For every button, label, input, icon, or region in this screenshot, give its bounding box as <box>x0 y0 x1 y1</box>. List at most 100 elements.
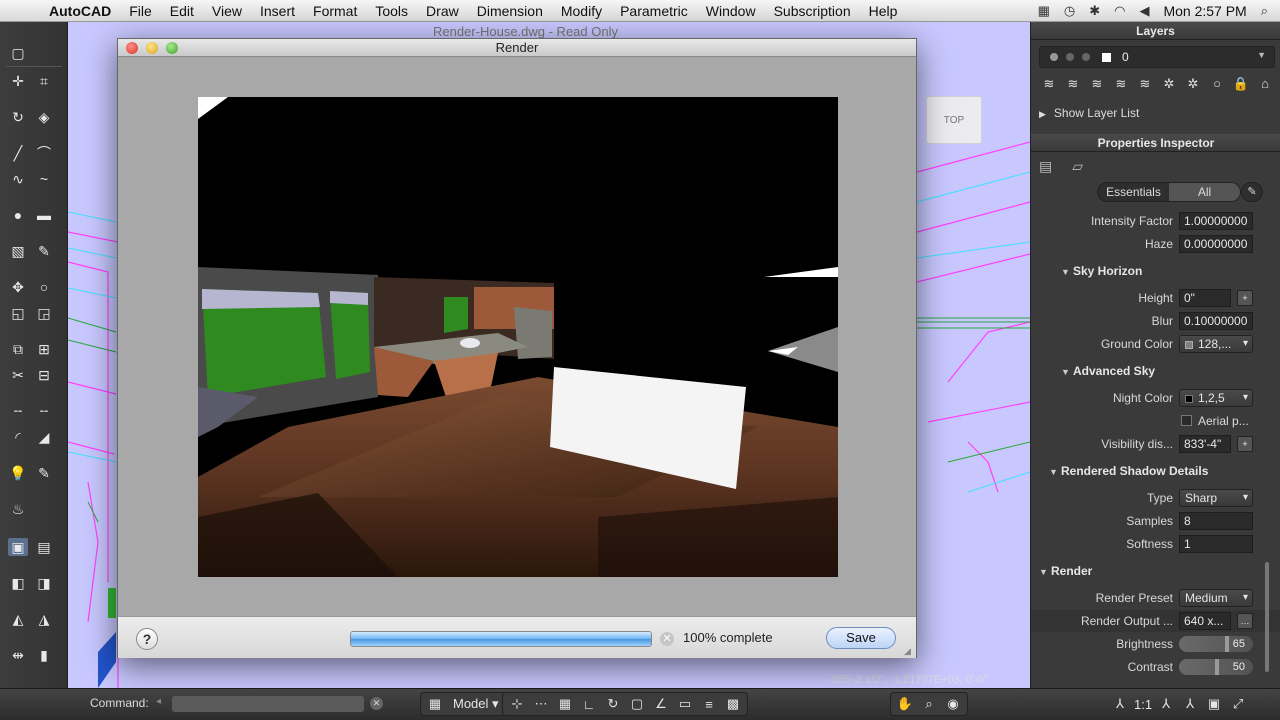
annotation-visibility-icon[interactable]: ⅄ <box>1156 696 1176 712</box>
tool-palette-header-icon[interactable]: ▢ <box>8 44 28 62</box>
transparency-icon[interactable]: ▩ <box>723 696 743 712</box>
haze-field[interactable]: 0.00000000 <box>1179 235 1253 253</box>
blur-field[interactable]: 0.10000000 <box>1179 312 1253 330</box>
contrast-slider[interactable]: 50 <box>1179 659 1253 675</box>
menu-view[interactable]: View <box>203 3 251 19</box>
viewcube[interactable]: TOP <box>926 96 982 144</box>
spline-icon[interactable]: ~ <box>34 170 54 188</box>
pan-hand-icon[interactable]: ✋ <box>895 696 915 712</box>
menu-draw[interactable]: Draw <box>417 3 468 19</box>
properties-layers-icon[interactable]: ▱ <box>1072 158 1083 175</box>
quick-select-icon[interactable]: ✎ <box>1241 182 1263 202</box>
close-command-line-icon[interactable]: ✕ <box>370 697 383 710</box>
help-button[interactable]: ? <box>136 628 158 650</box>
tab-all[interactable]: All <box>1169 183 1240 201</box>
object-snap-icon[interactable]: ▢ <box>627 696 647 712</box>
app-menu[interactable]: AutoCAD <box>40 3 120 19</box>
section-advanced-sky[interactable]: ▼ Advanced Sky <box>1061 364 1155 378</box>
menu-insert[interactable]: Insert <box>251 3 304 19</box>
layer-tool-5-icon[interactable]: ≋ <box>1135 74 1155 94</box>
menu-modify[interactable]: Modify <box>552 3 611 19</box>
extend-icon[interactable]: ⊟ <box>34 366 54 384</box>
layer-tool-3-icon[interactable]: ≋ <box>1087 74 1107 94</box>
pick-point-icon[interactable]: + <box>1237 290 1253 306</box>
grid-display-icon[interactable]: ⋯ <box>531 696 551 712</box>
menu-dimension[interactable]: Dimension <box>468 3 552 19</box>
spotlight-search-icon[interactable]: ⌕ <box>1261 3 1268 19</box>
save-button[interactable]: Save <box>826 627 896 649</box>
circle-icon[interactable]: ● <box>8 206 28 224</box>
resize-handle-icon[interactable]: ◢ <box>904 646 914 656</box>
layer-tool-4-icon[interactable]: ≋ <box>1111 74 1131 94</box>
minimize-window-icon[interactable] <box>146 42 158 54</box>
fullscreen-icon[interactable]: ⤢ <box>1228 696 1248 712</box>
show-layer-list-toggle[interactable]: ▶ Show Layer List <box>1039 106 1139 120</box>
menu-help[interactable]: Help <box>860 3 907 19</box>
render-preset-dropdown[interactable]: Medium <box>1179 589 1253 607</box>
array-icon[interactable]: ⊞ <box>34 340 54 358</box>
layer-tool-10-icon[interactable]: ⌂ <box>1255 74 1275 94</box>
layer-tool-1-icon[interactable]: ≋ <box>1039 74 1059 94</box>
annotation-scale-icon[interactable]: ⅄ <box>1110 696 1130 712</box>
command-line-input[interactable] <box>172 696 364 712</box>
more-options-icon[interactable]: … <box>1237 613 1253 629</box>
pencil-icon[interactable]: ✎ <box>34 242 54 260</box>
shadow-type-dropdown[interactable]: Sharp <box>1179 489 1253 507</box>
menu-subscription[interactable]: Subscription <box>765 3 860 19</box>
snap-icon[interactable]: ⊹ <box>507 696 527 712</box>
command-history-icon[interactable]: ◂ <box>156 696 161 707</box>
layer-tool-2-icon[interactable]: ≋ <box>1063 74 1083 94</box>
polyline-icon[interactable]: ∿ <box>8 170 28 188</box>
tab-essentials[interactable]: Essentials <box>1098 183 1169 201</box>
close-window-icon[interactable] <box>126 42 138 54</box>
material-icon[interactable]: ✎ <box>34 464 54 482</box>
section-sky-horizon[interactable]: ▼ Sky Horizon <box>1061 264 1142 278</box>
layer-tool-9-icon[interactable]: 🔒 <box>1231 74 1251 94</box>
hatch-icon[interactable]: ▧ <box>8 242 28 260</box>
time-machine-icon[interactable]: ◷ <box>1064 3 1075 19</box>
night-color-dropdown[interactable]: 1,2,5 <box>1179 389 1253 407</box>
layer-lock-icon[interactable] <box>1082 53 1090 61</box>
move-icon[interactable]: ✥ <box>8 278 28 296</box>
dynamic-input-icon[interactable]: ▭ <box>675 696 695 712</box>
break-icon[interactable]: ╌ <box>8 402 28 420</box>
render-output-size-field[interactable]: 640 x... <box>1179 612 1231 630</box>
auto-scale-icon[interactable]: ⅄ <box>1180 696 1200 712</box>
light-icon[interactable]: 💡 <box>8 464 28 482</box>
volume-icon[interactable]: ◀ <box>1139 3 1149 19</box>
select-crosshair-icon[interactable]: ✛ <box>8 72 28 90</box>
orbit-3d-icon[interactable]: ◉ <box>943 696 963 712</box>
render-window-titlebar[interactable]: Render <box>118 39 916 57</box>
layer-tool-8-icon[interactable]: ○ <box>1207 74 1227 94</box>
ortho-icon[interactable]: ∟ <box>579 697 599 712</box>
zoom-window-button-icon[interactable] <box>166 42 178 54</box>
line-icon[interactable]: ╱ <box>8 144 28 162</box>
camera-icon[interactable]: ◭ <box>8 610 28 628</box>
snap-tool-icon[interactable]: ⌗ <box>34 72 54 90</box>
fillet-icon[interactable]: ◜ <box>8 428 28 446</box>
menu-edit[interactable]: Edit <box>161 3 203 19</box>
render-teapot-icon[interactable]: ♨ <box>8 500 28 518</box>
rectangle-icon[interactable]: ▬ <box>34 206 54 224</box>
copy-icon[interactable]: ⧉ <box>8 340 28 358</box>
measure-icon[interactable]: ⇹ <box>8 646 28 664</box>
workspace-icon[interactable]: ▣ <box>1204 696 1224 712</box>
samples-field[interactable]: 8 <box>1179 512 1253 530</box>
model-dropdown[interactable]: Model ▾ <box>449 696 503 712</box>
walk-icon[interactable]: ◮ <box>34 610 54 628</box>
properties-list-icon[interactable]: ▤ <box>1039 158 1052 175</box>
intensity-factor-field[interactable]: 1.00000000 <box>1179 212 1253 230</box>
softness-field[interactable]: 1 <box>1179 535 1253 553</box>
clock[interactable]: Mon 2:57 PM <box>1163 3 1246 19</box>
polar-tracking-icon[interactable]: ↻ <box>603 696 623 712</box>
layer-tool-icon[interactable]: ▮ <box>34 646 54 664</box>
slider-thumb[interactable] <box>1225 636 1229 652</box>
zoom-window-icon[interactable]: ◈ <box>34 108 54 126</box>
inspector-scrollbar[interactable] <box>1265 562 1269 672</box>
slider-thumb[interactable] <box>1215 659 1219 675</box>
layer-tool-7-icon[interactable]: ✲ <box>1183 74 1203 94</box>
bluetooth-icon[interactable]: ✱ <box>1089 3 1100 19</box>
render-window-icon[interactable]: ▤ <box>34 538 54 556</box>
zoom-icon[interactable]: ⌕ <box>919 696 939 712</box>
dynamic-ucs-icon[interactable]: ∠ <box>651 696 671 712</box>
